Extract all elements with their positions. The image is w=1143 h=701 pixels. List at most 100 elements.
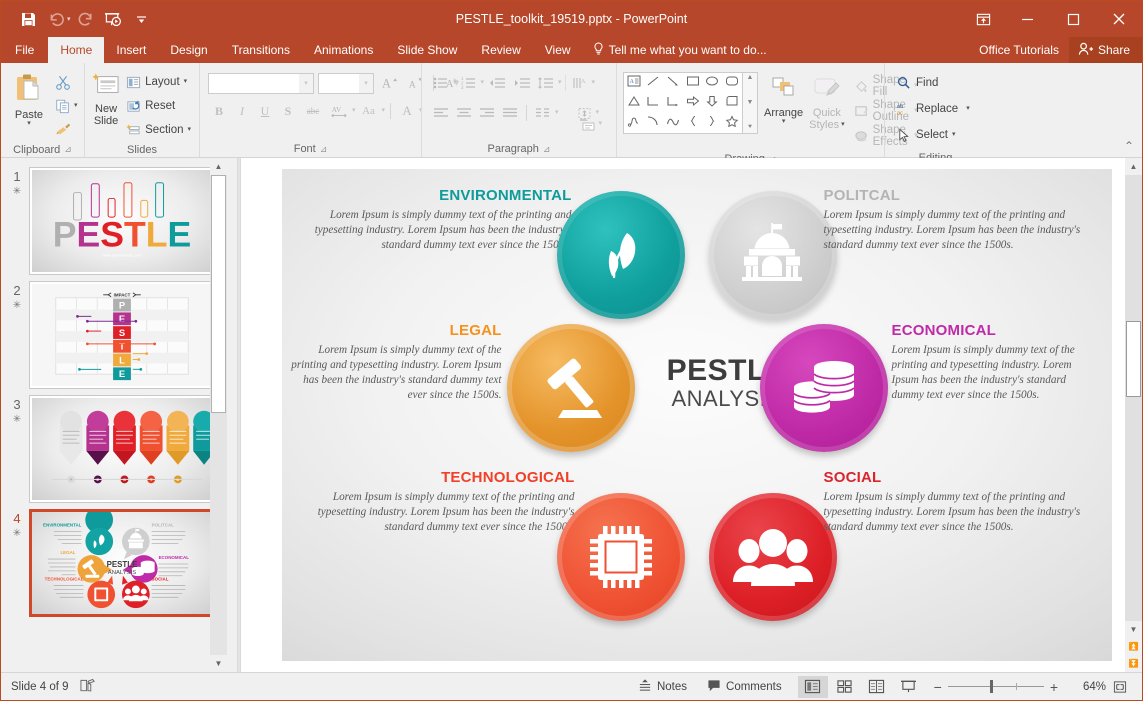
shapes-gallery-scrollbar[interactable]: ▲ ▼ ⯆ — [743, 72, 758, 134]
bold-button[interactable]: B — [208, 100, 230, 122]
bullets-dropdown-icon[interactable]: ▾ — [453, 80, 457, 86]
star-shape-icon[interactable] — [725, 114, 739, 132]
paste-button[interactable]: Paste ▾ — [6, 70, 52, 127]
segment-technological[interactable]: TECHNOLOGICAL Lorem Ipsum is simply dumm… — [307, 469, 575, 535]
zoom-in-button[interactable]: + — [1044, 679, 1064, 695]
quick-styles-button[interactable]: Quick Styles ▾ — [809, 72, 844, 131]
ribbon-display-options-icon[interactable] — [962, 1, 1004, 37]
section-dropdown-icon[interactable]: ▾ — [187, 127, 191, 133]
paste-dropdown-icon[interactable]: ▾ — [27, 121, 31, 127]
numbering-dropdown-icon[interactable]: ▾ — [481, 80, 485, 86]
tab-insert[interactable]: Insert — [104, 37, 158, 63]
thumbnail-frame-4[interactable]: ENVIRONMENTAL POLITCAL — [29, 509, 215, 617]
customize-qat-icon[interactable] — [129, 6, 155, 32]
segment-social[interactable]: SOCIAL Lorem Ipsum is simply dummy text … — [824, 469, 1086, 535]
shapes-scroll-down-icon[interactable]: ▼ — [747, 99, 754, 106]
increase-font-size-button[interactable]: A — [378, 72, 400, 94]
character-spacing-button[interactable]: AV — [327, 100, 351, 122]
slide-scroll-up-icon[interactable]: ▲ — [1125, 158, 1142, 175]
columns-dropdown-icon[interactable]: ▾ — [555, 110, 559, 116]
bubble-political[interactable] — [709, 191, 837, 319]
arc-shape-icon[interactable] — [646, 114, 660, 132]
thumbnail-frame-3[interactable]: PESTL — [29, 395, 215, 503]
thumbnail-scroll-down-icon[interactable]: ▼ — [210, 655, 227, 672]
font-dialog-launcher-icon[interactable]: ⊿ — [320, 144, 328, 155]
right-brace-shape-icon[interactable] — [705, 114, 719, 132]
text-shadow-button[interactable]: S — [277, 100, 299, 122]
fit-to-window-button[interactable] — [1106, 680, 1134, 694]
bubble-technological[interactable] — [557, 493, 685, 621]
triangle-shape-icon[interactable] — [627, 94, 641, 112]
thumbnail-slide-3[interactable]: 3✳ — [1, 392, 237, 506]
left-brace-shape-icon[interactable] — [686, 114, 700, 132]
thumbnail-slide-2[interactable]: 2✳ IMPACT P E S — [1, 278, 237, 392]
slide-show-button[interactable] — [894, 676, 924, 698]
tell-me-box[interactable]: Tell me what you want to do... — [583, 37, 767, 63]
tab-animations[interactable]: Animations — [302, 37, 385, 63]
thumbnail-frame-2[interactable]: IMPACT P E S T L E — [29, 281, 215, 389]
bubble-economical[interactable] — [760, 324, 888, 452]
section-button[interactable]: Section ▾ — [122, 119, 194, 141]
new-slide-button[interactable]: New Slide — [90, 70, 122, 127]
spelling-icon[interactable] — [79, 678, 96, 696]
segment-legal[interactable]: LEGAL Lorem Ipsum is simply dummy text o… — [287, 322, 502, 403]
start-presentation-icon[interactable] — [101, 6, 127, 32]
paragraph-dialog-launcher-icon[interactable]: ⊿ — [543, 144, 551, 155]
select-button[interactable]: Select ▾ — [893, 124, 958, 146]
font-size-input[interactable]: ▾ — [318, 73, 374, 94]
clipboard-dialog-launcher-icon[interactable]: ⊿ — [64, 144, 72, 155]
rectangle-shape-icon[interactable] — [686, 74, 700, 92]
segment-environmental[interactable]: ENVIRONMENTAL Lorem Ipsum is simply dumm… — [307, 187, 572, 253]
italic-button[interactable]: I — [231, 100, 253, 122]
notes-button[interactable]: Notes — [628, 675, 697, 699]
flowchart-shape-icon[interactable] — [725, 94, 739, 112]
line-spacing-dropdown-icon[interactable]: ▾ — [558, 80, 562, 86]
normal-view-button[interactable] — [798, 676, 828, 698]
align-left-button[interactable] — [430, 102, 452, 124]
scribble-shape-icon[interactable] — [627, 114, 641, 132]
shapes-scroll-up-icon[interactable]: ▲ — [747, 74, 754, 81]
format-painter-button[interactable] — [52, 118, 74, 140]
down-arrow-shape-icon[interactable] — [705, 94, 719, 112]
zoom-out-button[interactable]: − — [928, 679, 948, 695]
right-arrow-shape-icon[interactable] — [686, 94, 700, 112]
slide-counter[interactable]: Slide 4 of 9 — [11, 681, 69, 693]
redo-icon[interactable] — [73, 6, 99, 32]
thumbnail-scroll-track[interactable] — [210, 175, 227, 655]
save-icon[interactable] — [15, 6, 41, 32]
collapse-ribbon-icon[interactable]: ⌃ — [1124, 139, 1134, 153]
tab-view[interactable]: View — [533, 37, 583, 63]
zoom-track[interactable] — [948, 686, 1044, 687]
zoom-handle[interactable] — [990, 680, 993, 693]
slide-canvas[interactable]: ENVIRONMENTAL Lorem Ipsum is simply dumm… — [282, 169, 1112, 661]
layout-dropdown-icon[interactable]: ▾ — [184, 79, 188, 85]
copy-button[interactable] — [52, 95, 74, 117]
change-case-dropdown-icon[interactable]: ▾ — [382, 108, 386, 114]
reading-view-button[interactable] — [862, 676, 892, 698]
elbow-connector-icon[interactable] — [646, 94, 660, 112]
increase-indent-button[interactable] — [510, 72, 534, 94]
shapes-gallery[interactable]: A — [623, 72, 743, 134]
arrange-button[interactable]: Arrange ▾ — [764, 72, 803, 125]
convert-to-smartart-dropdown-icon[interactable]: ▾ — [598, 121, 602, 127]
segment-economical[interactable]: ECONOMICAL Lorem Ipsum is simply dummy t… — [892, 322, 1087, 403]
slide-sorter-view-button[interactable] — [830, 676, 860, 698]
segment-political[interactable]: POLITCAL Lorem Ipsum is simply dummy tex… — [824, 187, 1084, 253]
font-color-button[interactable]: A — [396, 100, 418, 122]
layout-button[interactable]: Layout ▾ — [122, 71, 194, 93]
text-direction-button[interactable]: A — [569, 72, 591, 94]
rounded-rectangle-shape-icon[interactable] — [725, 74, 739, 92]
tab-transitions[interactable]: Transitions — [220, 37, 302, 63]
text-direction-dropdown-icon[interactable]: ▾ — [592, 80, 596, 86]
minimize-icon[interactable] — [1004, 1, 1050, 37]
bubble-social[interactable] — [709, 493, 837, 621]
font-size-dropdown-icon[interactable]: ▾ — [359, 74, 373, 93]
columns-button[interactable] — [532, 102, 554, 124]
font-name-input[interactable]: ▾ — [208, 73, 314, 94]
select-dropdown-icon[interactable]: ▾ — [952, 132, 956, 138]
textbox-shape-icon[interactable]: A — [627, 74, 641, 92]
thumbnail-pane-scrollbar[interactable]: ▲ ▼ — [210, 158, 227, 672]
character-spacing-dropdown-icon[interactable]: ▾ — [352, 108, 356, 114]
tab-home[interactable]: Home — [48, 37, 104, 63]
strikethrough-button[interactable]: abc — [300, 100, 326, 122]
